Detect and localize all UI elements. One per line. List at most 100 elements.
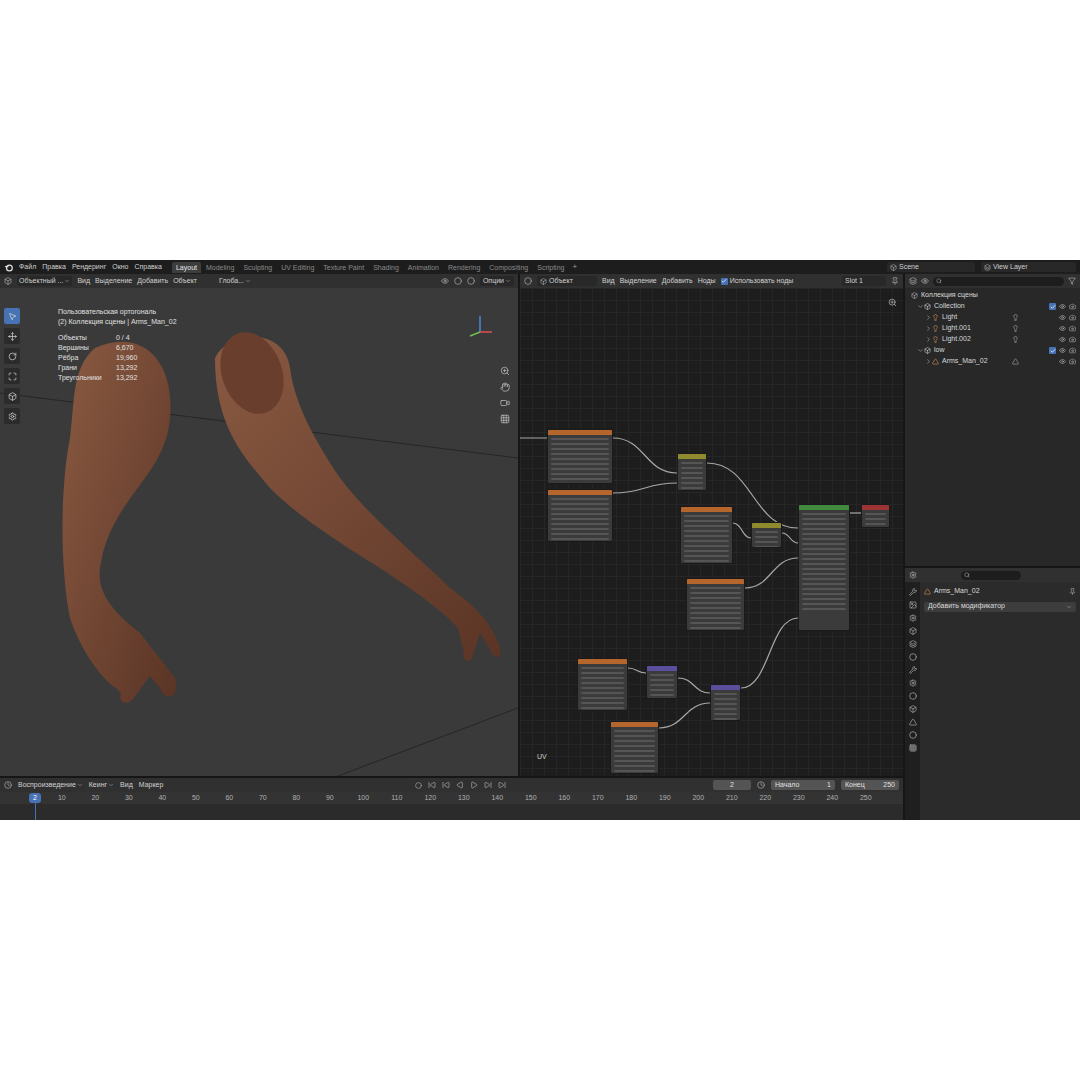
properties-tab-icon[interactable]	[909, 614, 917, 622]
playhead[interactable]: 2	[29, 793, 41, 803]
viewport-canvas[interactable]: Пользовательская ортогональ(2) Коллекция…	[0, 288, 518, 776]
mesh-data-icon[interactable]	[1012, 358, 1019, 365]
collection-checkbox[interactable]	[1049, 347, 1056, 354]
node-menu[interactable]: Вид	[602, 276, 615, 287]
render-icon[interactable]	[1069, 325, 1076, 332]
render-icon[interactable]	[1069, 358, 1076, 365]
preview-range-icon[interactable]	[757, 781, 765, 789]
timeline-menu[interactable]: Кеинг	[89, 780, 114, 791]
pin-icon[interactable]	[891, 277, 899, 285]
properties-tab-icon[interactable]	[909, 588, 917, 596]
light-icon[interactable]	[932, 314, 939, 321]
jump-end-icon[interactable]	[498, 781, 506, 789]
axis-gizmo-icon[interactable]	[462, 312, 498, 338]
collection-icon[interactable]	[924, 347, 931, 354]
node-canvas[interactable]: UV	[520, 288, 903, 776]
end-frame-field[interactable]: Конец250	[841, 780, 899, 791]
scene-icon[interactable]	[890, 264, 897, 271]
eye-icon[interactable]	[1059, 347, 1066, 354]
editor-type-icon[interactable]	[524, 277, 532, 285]
tool-icon[interactable]	[8, 372, 17, 381]
mesh-icon[interactable]	[932, 358, 939, 365]
grid-view-icon[interactable]	[500, 414, 510, 424]
outliner-search[interactable]	[933, 277, 1064, 286]
add-modifier-dropdown[interactable]: Добавить модификатор	[924, 602, 1076, 612]
collapsed-icon[interactable]	[925, 336, 932, 343]
menu-item[interactable]: Рендеринг	[72, 262, 106, 273]
start-frame-field[interactable]: Начало1	[771, 780, 835, 791]
outliner-row[interactable]: Light.002	[905, 334, 1080, 345]
layers-icon[interactable]	[984, 264, 991, 271]
properties-tab-icon[interactable]	[909, 666, 917, 674]
viewport-menu[interactable]: Объект	[173, 276, 197, 287]
scene-collection-icon[interactable]	[911, 292, 918, 299]
viewport-menu[interactable]: Выделение	[95, 276, 132, 287]
properties-tab-icon[interactable]	[909, 692, 917, 700]
tool-icon[interactable]	[8, 412, 17, 421]
workspace-tab[interactable]: Compositing	[485, 262, 532, 273]
workspace-tab[interactable]: Scripting	[533, 262, 568, 273]
shader-node[interactable]	[861, 504, 890, 528]
tool-button[interactable]	[4, 388, 20, 404]
outliner-row[interactable]: Collection	[905, 301, 1080, 312]
eye-icon[interactable]	[1059, 358, 1066, 365]
properties-tab-icon[interactable]	[909, 679, 917, 687]
workspace-tab[interactable]: Sculpting	[239, 262, 276, 273]
shader-node[interactable]	[610, 721, 659, 774]
editor-type-icon[interactable]	[909, 571, 917, 579]
render-icon[interactable]	[1069, 303, 1076, 310]
render-icon[interactable]	[1069, 347, 1076, 354]
display-mode-icon[interactable]	[921, 277, 929, 285]
tool-icon[interactable]	[8, 332, 17, 341]
properties-tab-icon[interactable]	[909, 705, 917, 713]
viewport-menu[interactable]: Вид	[77, 276, 90, 287]
collapsed-icon[interactable]	[925, 314, 932, 321]
next-keyframe-icon[interactable]	[484, 781, 492, 789]
zoom-icon[interactable]	[500, 366, 510, 376]
timeline-menu[interactable]: Воспроизведение	[18, 780, 83, 791]
blender-logo-icon[interactable]	[4, 263, 13, 272]
editor-type-icon[interactable]	[909, 277, 917, 285]
zoom-icon[interactable]	[888, 298, 897, 307]
properties-tab-icon[interactable]	[909, 718, 917, 726]
workspace-tab[interactable]: Modeling	[202, 262, 238, 273]
eye-icon[interactable]	[1059, 303, 1066, 310]
tool-icon[interactable]	[8, 352, 17, 361]
workspace-tab[interactable]: Layout	[172, 262, 201, 273]
tool-button[interactable]	[4, 408, 20, 424]
chevron-down-icon[interactable]	[505, 278, 511, 284]
play-icon[interactable]	[470, 781, 478, 789]
tool-button[interactable]	[4, 348, 20, 364]
workspace-tab[interactable]: Shading	[369, 262, 403, 273]
properties-tab-icon[interactable]	[909, 653, 917, 661]
chevron-down-icon[interactable]	[64, 278, 70, 284]
light-icon[interactable]	[932, 325, 939, 332]
current-frame-field[interactable]: 2	[713, 780, 751, 791]
workspace-tab[interactable]: Animation	[404, 262, 443, 273]
tool-button[interactable]	[4, 308, 20, 324]
outliner-row[interactable]: low	[905, 345, 1080, 356]
shader-node[interactable]	[680, 506, 733, 564]
workspace-tab[interactable]: Texture Paint	[319, 262, 368, 273]
tool-button[interactable]	[4, 328, 20, 344]
shader-node[interactable]	[798, 504, 850, 631]
pan-icon[interactable]	[500, 382, 510, 392]
eye-icon[interactable]	[1059, 336, 1066, 343]
menu-item[interactable]: Файл	[19, 262, 36, 273]
scene-selector[interactable]: Scene	[887, 262, 975, 273]
shader-node[interactable]	[751, 522, 782, 548]
node-menu[interactable]: Ноды	[698, 276, 716, 287]
overlay-icon[interactable]	[454, 277, 462, 285]
outliner-root[interactable]: Коллекция сцены	[905, 290, 1080, 301]
filter-icon[interactable]	[1068, 277, 1076, 285]
properties-tab-icon[interactable]	[909, 731, 917, 739]
shader-node[interactable]	[547, 489, 613, 542]
light-icon[interactable]	[932, 336, 939, 343]
expanded-icon[interactable]	[917, 303, 924, 310]
properties-tab-icon[interactable]	[909, 601, 917, 609]
object-data-icon[interactable]	[924, 588, 931, 595]
expanded-icon[interactable]	[917, 347, 924, 354]
timeline-body[interactable]: 1020304050607080901001101201301401501601…	[0, 792, 903, 820]
light-data-icon[interactable]	[1012, 325, 1019, 332]
eye-icon[interactable]	[1059, 325, 1066, 332]
